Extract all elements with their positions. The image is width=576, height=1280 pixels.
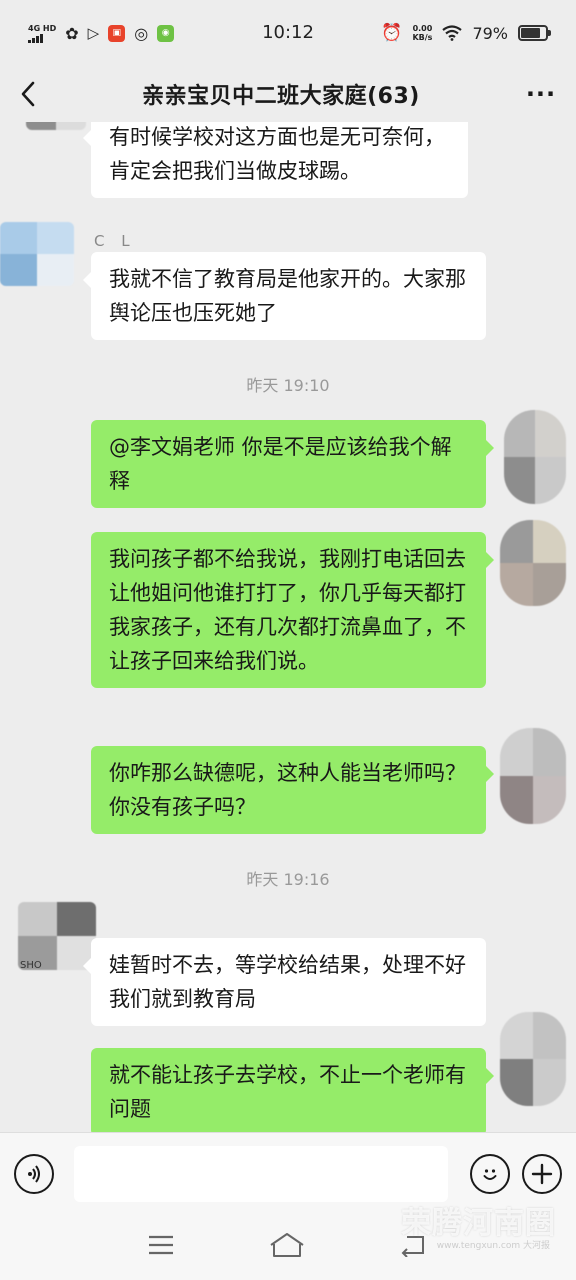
battery-percent: 79%: [472, 23, 508, 43]
chat-title: 亲亲宝贝中二班大家庭(63): [142, 84, 420, 109]
message-bubble[interactable]: 我问孩子都不给我说，我刚打电话回去让他姐问他谁打打了，你几乎每天都打我家孩子，还…: [91, 532, 494, 688]
status-bar: 4G HD ✿ ▷ ▣ ◎ ◉ 10:12 ⏰ 0.00 KB/s 79%: [0, 0, 576, 66]
message-input[interactable]: [74, 1145, 448, 1202]
network-type: 4G HD: [28, 23, 57, 33]
more-actions-button[interactable]: [522, 1153, 562, 1194]
video-app-icon: ▷: [87, 24, 100, 42]
message-bubble[interactable]: 你咋那么缺德呢，这种人能当老师吗？你没有孩子吗？: [91, 746, 494, 834]
browser-app-icon: ◎: [134, 23, 149, 43]
plus-icon: [531, 1163, 553, 1184]
menu-button[interactable]: [147, 1234, 175, 1260]
cellular-signal-icon: 4G HD: [28, 24, 56, 43]
watermark-caption: www.tengxun.com 大河报: [436, 1241, 550, 1251]
voice-button[interactable]: [14, 1153, 54, 1194]
more-options-button[interactable]: ···: [506, 66, 576, 122]
home-button[interactable]: [269, 1232, 305, 1262]
timestamp: 昨天 19:10: [246, 376, 330, 395]
alarm-icon: ⏰: [381, 23, 403, 43]
smiley-icon: [483, 1168, 497, 1180]
news-app-icon: ▣: [108, 24, 126, 42]
avatar[interactable]: [500, 520, 566, 606]
network-speed: 0.00 KB/s: [412, 24, 433, 42]
message-bubble[interactable]: 娃暂时不去，等学校给结果，处理不好我们就到教育局: [83, 938, 486, 1026]
emoji-button[interactable]: [470, 1153, 510, 1194]
avatar[interactable]: [0, 222, 74, 286]
watermark-logo: 荣腾河南圈: [401, 1206, 556, 1241]
home-icon: [270, 1233, 304, 1257]
back-button[interactable]: [0, 66, 56, 122]
message-bubble[interactable]: 有时候学校对这方面也是无可奈何，肯定会把我们当做皮球踢。: [83, 122, 468, 198]
avatar[interactable]: [500, 728, 566, 824]
avatar[interactable]: [504, 410, 566, 504]
message-bubble[interactable]: 就不能让孩子去学校，不止一个老师有问题: [91, 1048, 494, 1132]
message-list[interactable]: 有时候学校对这方面也是无可奈何，肯定会把我们当做皮球踢。 C L 我就不信了教育…: [0, 122, 576, 1132]
sender-name: C L: [94, 232, 136, 250]
timestamp: 昨天 19:16: [246, 870, 330, 889]
battery-icon: [518, 25, 551, 41]
wifi-icon: [442, 25, 463, 41]
message-bubble[interactable]: @李文娟老师 你是不是应该给我个解释: [91, 420, 494, 508]
voice-icon: [28, 1164, 40, 1183]
menu-icon: [149, 1235, 173, 1255]
avatar[interactable]: [26, 122, 86, 130]
wechat-notification-icon: ✿: [65, 23, 79, 43]
chat-header: 亲亲宝贝中二班大家庭(63) ···: [0, 66, 576, 122]
game-app-icon: ◉: [157, 24, 175, 42]
message-bubble[interactable]: 我就不信了教育局是他家开的。大家那舆论压也压死她了: [83, 252, 486, 340]
chevron-left-icon: [21, 81, 35, 107]
avatar-overlay-text: SHO: [20, 960, 42, 971]
avatar[interactable]: [500, 1012, 566, 1106]
